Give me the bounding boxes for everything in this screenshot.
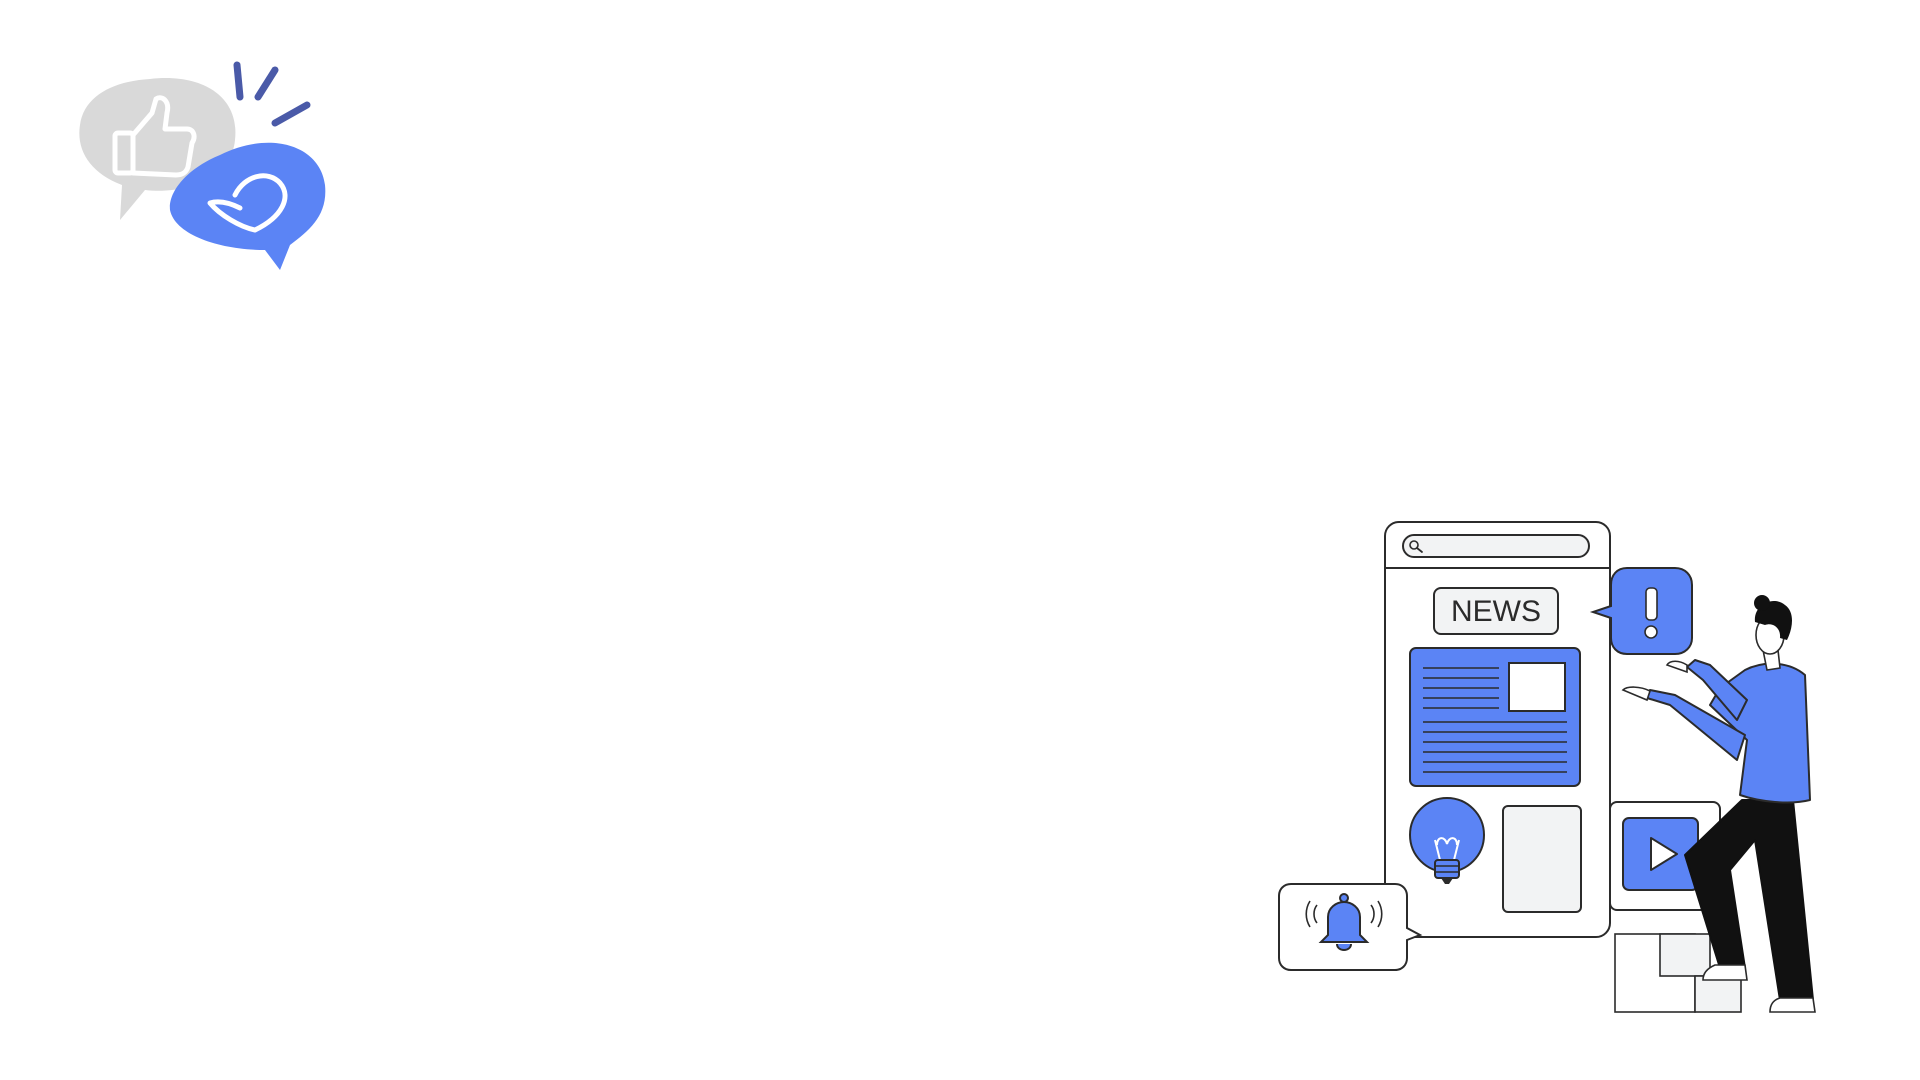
thumbs-up-heart-logo-icon: [79, 61, 326, 270]
bell-notification-icon: [1278, 883, 1423, 971]
placeholder-card: [1502, 805, 1582, 913]
article-image: [1508, 662, 1566, 712]
news-label: NEWS: [1451, 595, 1541, 628]
page: NEWS: [0, 0, 1920, 1080]
news-app-illustration: NEWS: [1278, 521, 1816, 1013]
search-bar: [1402, 534, 1590, 558]
